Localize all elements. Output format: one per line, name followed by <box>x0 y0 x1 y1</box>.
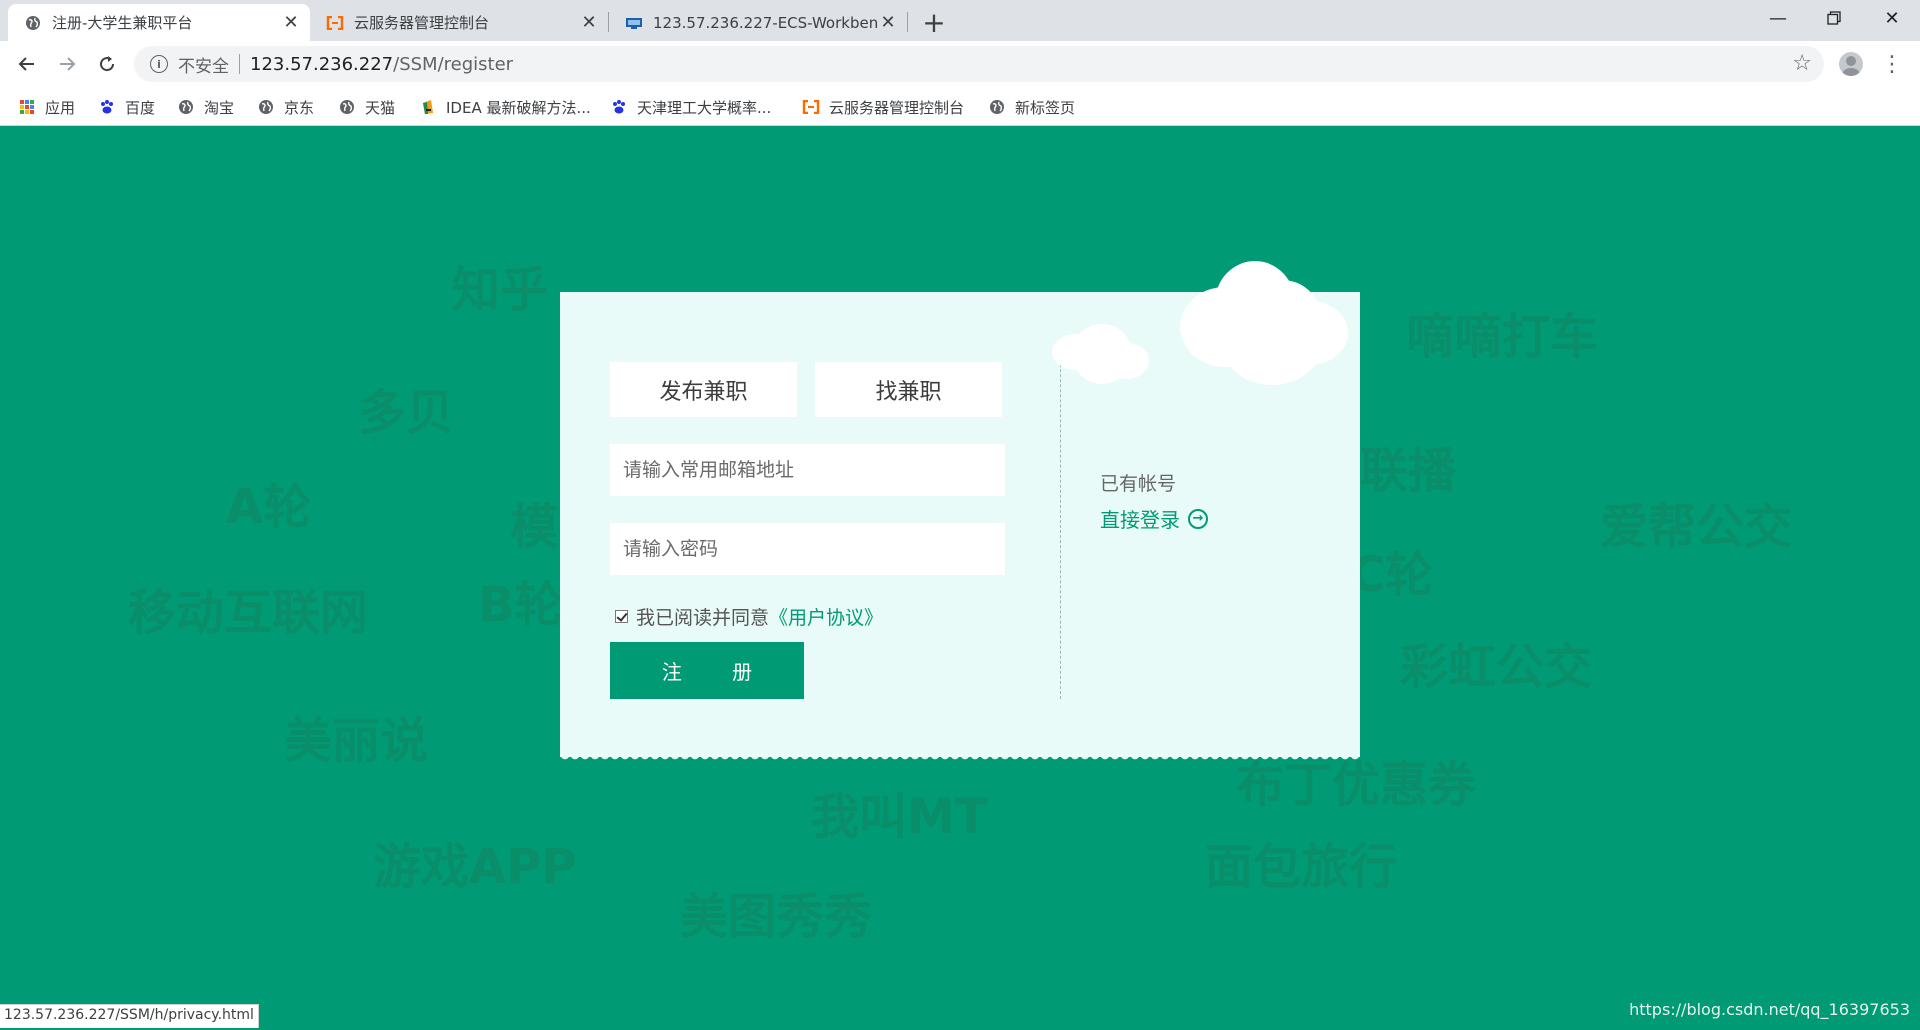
background-word: C轮 <box>1350 547 1434 603</box>
background-word: 彩虹公交 <box>1400 639 1593 695</box>
url-path: /SSM/register <box>393 53 514 75</box>
login-link[interactable]: 直接登录 → <box>1100 504 1208 533</box>
bookmark-idea[interactable]: IDEA 最新破解方法... <box>419 96 591 118</box>
login-link-label: 直接登录 <box>1100 508 1180 532</box>
bookmark-aliyun-console[interactable]: 云服务器管理控制台 <box>802 96 964 118</box>
idea-icon <box>419 98 437 116</box>
bookmark-label: 应用 <box>45 98 76 117</box>
restore-button[interactable] <box>1806 0 1862 36</box>
background-word: 移动互联网 <box>128 585 369 641</box>
reload-icon <box>100 56 115 72</box>
tab-title: 123.57.236.227-ECS-Workbenc <box>653 13 877 32</box>
address-divider <box>239 54 240 74</box>
role-find-button[interactable]: 找兼职 <box>815 362 1002 417</box>
register-page: 知乎 多贝 A轮 模 B轮 移动互联网 美丽说 游戏APP 美图秀秀 我叫MT … <box>0 127 1920 1030</box>
security-status[interactable]: 不安全 <box>178 52 229 77</box>
bookmark-label: 百度 <box>125 98 156 117</box>
close-tab-icon[interactable]: ✕ <box>578 12 600 34</box>
bookmark-label: 新标签页 <box>1015 98 1076 117</box>
agreement-row: 我已阅读并同意 《用户协议》 <box>615 603 883 630</box>
background-word: 联播 <box>1360 443 1457 499</box>
agree-text: 我已阅读并同意 <box>636 607 770 629</box>
tab-separator <box>907 12 908 32</box>
arrow-right-circle-icon: → <box>1188 508 1208 529</box>
tab-ecs-workbench[interactable]: 123.57.236.227-ECS-Workbenc ✕ <box>609 4 907 41</box>
minimize-button[interactable]: — <box>1750 0 1806 36</box>
browser-toolbar: i 不安全 123.57.236.227 /SSM/register ☆ ⋮ <box>0 41 1920 86</box>
background-word: 美图秀秀 <box>680 889 873 945</box>
have-account-label: 已有帐号 <box>1100 473 1177 495</box>
role-publish-button[interactable]: 发布兼职 <box>610 362 797 417</box>
background-word: B轮 <box>478 577 563 633</box>
background-word: 模 <box>510 499 559 555</box>
bookmark-label: 淘宝 <box>204 98 235 117</box>
apps-grid-icon <box>18 98 36 116</box>
tab-register[interactable]: 注册-大学生兼职平台 ✕ <box>8 4 310 41</box>
close-tab-icon[interactable]: ✕ <box>280 12 302 34</box>
card-divider <box>1060 344 1061 699</box>
bookmark-label: 天猫 <box>365 98 396 117</box>
bookmark-apps[interactable]: 应用 <box>18 96 75 118</box>
email-input[interactable] <box>610 444 1005 496</box>
bookmark-star-icon[interactable]: ☆ <box>1792 51 1812 76</box>
bookmark-taobao[interactable]: 淘宝 <box>177 96 234 118</box>
globe-icon <box>177 98 195 116</box>
site-info-icon[interactable]: i <box>150 55 168 73</box>
bookmark-label: 天津理工大学概率... <box>637 98 772 117</box>
aliyun-icon <box>326 14 344 32</box>
baidu-paw-icon <box>98 98 116 116</box>
bookmark-baidu[interactable]: 百度 <box>98 96 155 118</box>
forward-button[interactable] <box>50 47 84 81</box>
restore-icon <box>1827 11 1841 25</box>
back-button[interactable] <box>10 47 44 81</box>
forward-arrow-icon <box>60 57 76 71</box>
url-host: 123.57.236.227 <box>250 53 394 75</box>
register-button[interactable]: 注 册 <box>610 642 804 699</box>
background-word: A轮 <box>226 479 312 535</box>
background-word: 游戏APP <box>373 839 577 895</box>
remote-desktop-icon <box>625 14 643 32</box>
new-tab-button[interactable]: + <box>918 6 950 39</box>
globe-icon <box>257 98 275 116</box>
watermark-text: https://blog.csdn.net/qq_16397653 <box>1629 1000 1910 1019</box>
password-input[interactable] <box>610 523 1005 575</box>
background-word: 知乎 <box>452 262 549 318</box>
status-bar-url: 123.57.236.227/SSM/h/privacy.html <box>0 1004 259 1028</box>
background-word: 面包旅行 <box>1205 839 1398 895</box>
agree-checkbox[interactable] <box>615 610 628 623</box>
bookmark-tjut[interactable]: 天津理工大学概率... <box>610 96 771 118</box>
bookmark-jd[interactable]: 京东 <box>257 96 314 118</box>
bookmarks-bar: 应用 百度 淘宝 京东 天猫 IDEA 最新破解方法... 天津理工大学概率..… <box>0 86 1920 126</box>
globe-icon <box>24 14 42 32</box>
background-word: 爱帮公交 <box>1600 499 1793 555</box>
reload-button[interactable] <box>90 47 124 81</box>
back-arrow-icon <box>18 57 34 71</box>
card-scalloped-edge <box>560 755 1360 763</box>
globe-icon <box>338 98 356 116</box>
close-window-button[interactable]: ✕ <box>1864 0 1920 36</box>
tab-aliyun-console[interactable]: 云服务器管理控制台 ✕ <box>310 4 608 41</box>
bookmark-tmall[interactable]: 天猫 <box>338 96 395 118</box>
tab-title: 注册-大学生兼职平台 <box>52 14 193 32</box>
bookmark-label: IDEA 最新破解方法... <box>446 98 591 117</box>
globe-icon <box>988 98 1006 116</box>
profile-avatar-icon[interactable] <box>1839 52 1863 76</box>
bookmark-label: 京东 <box>284 98 315 117</box>
background-word: 美丽说 <box>284 713 429 769</box>
tab-title: 云服务器管理控制台 <box>354 14 490 32</box>
browser-menu-icon[interactable]: ⋮ <box>1881 49 1903 79</box>
bookmark-label: 云服务器管理控制台 <box>829 98 965 117</box>
baidu-paw-icon <box>610 98 628 116</box>
bookmark-new-tab[interactable]: 新标签页 <box>988 96 1075 118</box>
address-bar[interactable]: i 不安全 123.57.236.227 /SSM/register ☆ <box>134 46 1824 82</box>
user-agreement-link[interactable]: 《用户协议》 <box>769 603 883 630</box>
close-tab-icon[interactable]: ✕ <box>877 12 899 34</box>
aliyun-icon <box>802 98 820 116</box>
background-word: 多贝 <box>358 385 455 441</box>
background-word: 我叫MT <box>811 789 988 845</box>
background-word: 嘀嘀打车 <box>1406 309 1599 365</box>
tab-strip: 注册-大学生兼职平台 ✕ 云服务器管理控制台 ✕ 123.57.236.227-… <box>0 0 1920 41</box>
